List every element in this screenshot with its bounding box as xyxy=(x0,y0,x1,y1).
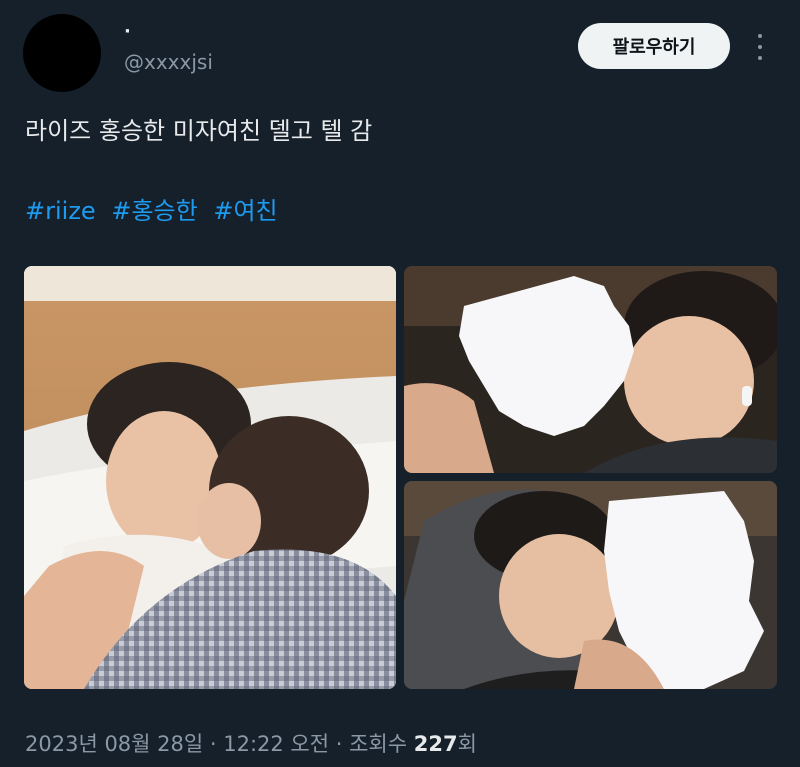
dot xyxy=(758,45,762,49)
views-suffix: 회 xyxy=(457,732,477,756)
tweet-photo-3[interactable] xyxy=(404,481,777,689)
tweet-photo-2[interactable] xyxy=(404,266,777,473)
avatar[interactable] xyxy=(23,14,101,92)
tweet-card: · @xxxxjsi 팔로우하기 라이즈 홍승한 미자여친 델고 텔 감 #ri… xyxy=(0,0,800,767)
hashtag-list: #riize #홍승한 #여친 xyxy=(25,196,286,226)
hashtag-link[interactable]: #여친 xyxy=(213,197,277,225)
more-vertical-icon[interactable] xyxy=(752,34,768,60)
dot xyxy=(758,56,762,60)
follow-button[interactable]: 팔로우하기 xyxy=(578,23,730,69)
tweet-photo-1[interactable] xyxy=(24,266,396,689)
username-handle[interactable]: @xxxxjsi xyxy=(124,50,213,74)
tweet-timestamp[interactable]: 2023년 08월 28일 · 12:22 오전 · 조회수 227회 xyxy=(25,730,477,758)
views-count: 227 xyxy=(413,732,458,756)
display-name[interactable]: · xyxy=(124,22,131,42)
hashtag-link[interactable]: #홍승한 xyxy=(111,197,197,225)
dot xyxy=(758,34,762,38)
hashtag-link[interactable]: #riize xyxy=(25,197,96,225)
date-time-text: 2023년 08월 28일 · 12:22 오전 · 조회수 xyxy=(25,732,414,756)
tweet-text: 라이즈 홍승한 미자여친 델고 텔 감 xyxy=(25,117,373,145)
